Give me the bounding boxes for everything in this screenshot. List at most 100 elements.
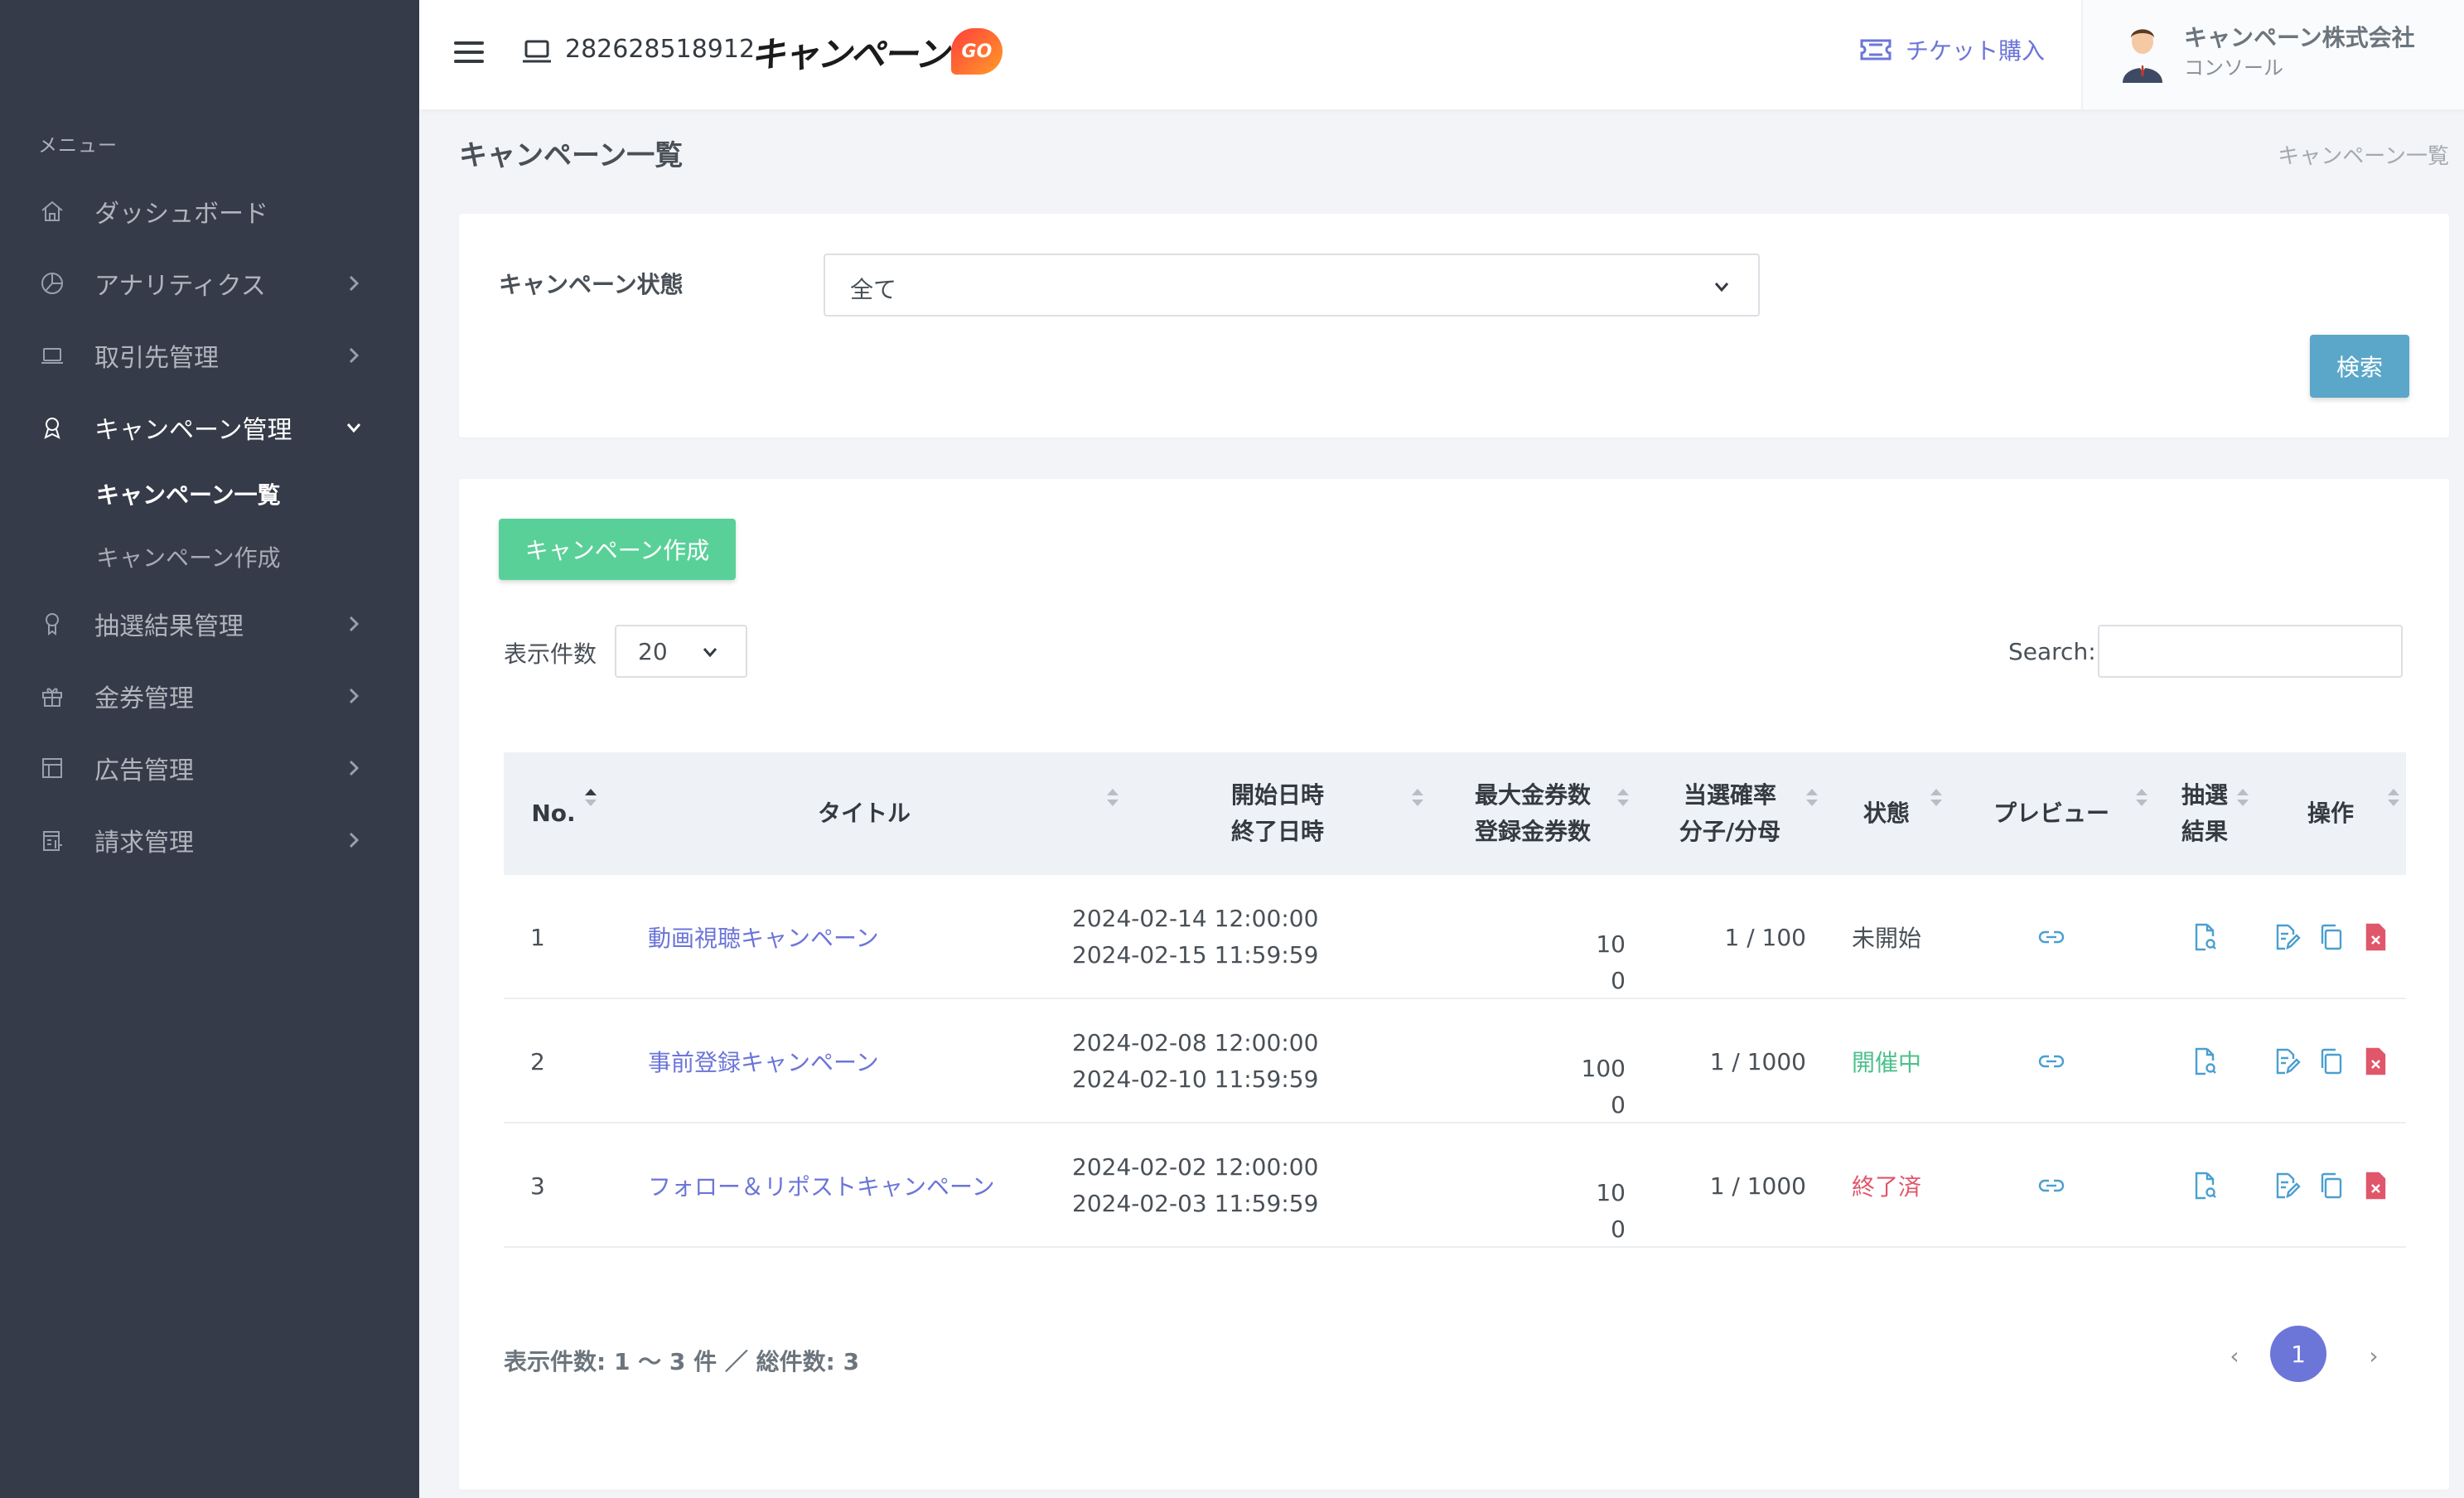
pagination-page-1[interactable]: 1 [2270,1326,2326,1382]
link-icon[interactable] [2036,1170,2067,1201]
chevron-right-icon [343,685,365,707]
pagination-prev-button[interactable]: ‹ [2222,1342,2247,1375]
column-header-preview[interactable]: プレビュー [1949,752,2154,875]
campaign-status-select[interactable]: 全て [824,254,1760,317]
cell-win-rate: 1 / 1000 [1709,1047,1806,1075]
delete-file-icon[interactable] [2360,1046,2391,1077]
sort-icon [1412,789,1423,807]
sidebar-item-label: 金券管理 [94,684,194,713]
column-header-dates[interactable]: 開始日時 終了日時 [1125,752,1430,875]
sidebar-item-billing[interactable]: 請求管理 [0,811,419,869]
link-icon[interactable] [2036,921,2067,953]
logo-text: キャンペーン [751,33,949,75]
sidebar-item-ads[interactable]: 広告管理 [0,739,419,797]
file-search-icon[interactable] [2189,1170,2220,1201]
sidebar-item-lottery-results[interactable]: 抽選結果管理 [0,595,419,653]
sort-icon [1617,789,1629,807]
cell-win-rate: 1 / 1000 [1709,1172,1806,1200]
cell-registered-vouchers: 0 [1611,1215,1626,1243]
cell-max-vouchers: 10 [1596,930,1626,958]
column-header-no[interactable]: No. [504,752,603,875]
page-length-label: 表示件数 [504,640,597,668]
cell-win-rate: 1 / 100 [1724,923,1807,951]
sidebar-item-label: アナリティクス [94,272,266,301]
sidebar-subitem-campaign-create[interactable]: キャンペーン作成 [96,540,281,573]
sort-icon [2136,789,2148,807]
table-search-input[interactable] [2098,625,2403,678]
sort-icon [2388,789,2399,807]
user-menu[interactable]: キャンペーン株式会社 コンソール [2081,0,2464,109]
page-length-select[interactable]: 20 [615,625,747,678]
page-title: キャンペーン一覧 [459,139,684,172]
cell-no: 2 [530,1047,545,1075]
copy-icon[interactable] [2315,921,2346,953]
column-header-title[interactable]: タイトル [603,752,1125,875]
delete-file-icon[interactable] [2360,921,2391,953]
search-button[interactable]: 検索 [2310,335,2409,398]
column-header-lottery-result[interactable]: 抽選 結果 [2154,752,2255,875]
status-badge: 未開始 [1851,925,1921,952]
column-header-win-rate[interactable]: 当選確率 分子/分母 [1635,752,1824,875]
chevron-down-icon [1710,275,1733,298]
copy-icon[interactable] [2315,1046,2346,1077]
sidebar-item-label: キャンペーン管理 [94,416,292,445]
column-header-actions[interactable]: 操作 [2255,752,2406,875]
cell-registered-vouchers: 0 [1611,967,1626,994]
campaign-status-label: キャンペーン状態 [499,271,684,298]
edit-icon[interactable] [2270,1046,2302,1077]
campaign-title-link[interactable]: 事前登録キャンペーン [648,1045,879,1078]
cell-end: 2024-02-10 11:59:59 [1072,1066,1319,1093]
pie-chart-icon [38,269,66,297]
edit-icon[interactable] [2270,921,2302,953]
campaign-title-link[interactable]: フォロー＆リポストキャンペーン [648,1169,995,1202]
edit-icon[interactable] [2270,1170,2302,1201]
selected-value: 全て [850,276,897,303]
cell-start: 2024-02-08 12:00:00 [1072,1029,1319,1056]
brand-logo[interactable]: キャンペーン GO [751,22,1003,81]
home-icon [38,197,66,225]
campaign-title-link[interactable]: 動画視聴キャンペーン [648,921,879,954]
column-header-vouchers[interactable]: 最大金券数 登録金券数 [1430,752,1635,875]
sort-icon [1930,789,1942,807]
chevron-right-icon [343,757,365,779]
cell-start: 2024-02-02 12:00:00 [1072,1153,1319,1181]
logo-badge: GO [950,28,1003,75]
sidebar-item-label: 請求管理 [94,829,194,858]
company-name: キャンペーン株式会社 [2184,24,2415,51]
chevron-right-icon [343,829,365,851]
sort-icon [1806,789,1818,807]
table-search-label: Search: [2008,638,2096,665]
avatar [2123,29,2162,83]
pagination-next-button[interactable]: › [2361,1342,2386,1375]
sidebar-subitem-campaign-list[interactable]: キャンペーン一覧 [96,477,281,510]
filter-card: キャンペーン状態 全て 検索 [459,214,2449,437]
sidebar-item-dashboard[interactable]: ダッシュボード [0,182,419,240]
delete-file-icon[interactable] [2360,1170,2391,1201]
sidebar-item-clients[interactable]: 取引先管理 [0,326,419,384]
ticket-purchase-link[interactable]: チケット購入 [1859,33,2045,66]
chevron-down-icon [343,417,365,438]
cell-end: 2024-02-15 11:59:59 [1072,941,1319,969]
campaign-list-card: キャンペーン作成 表示件数 20 Search: No. タイトル 開始日時 終了… [459,479,2449,1490]
file-search-icon[interactable] [2189,1046,2220,1077]
file-search-icon[interactable] [2189,921,2220,953]
layout-icon [38,754,66,782]
cell-max-vouchers: 100 [1581,1055,1626,1082]
sidebar-item-analytics[interactable]: アナリティクス [0,254,419,312]
chevron-right-icon [343,613,365,635]
sidebar-item-campaign-management[interactable]: キャンペーン管理 [0,399,419,457]
sidebar-item-label: 広告管理 [94,756,194,785]
chevron-down-icon [699,641,721,663]
sidebar-item-vouchers[interactable]: 金券管理 [0,667,419,725]
create-campaign-button[interactable]: キャンペーン作成 [499,519,736,580]
sort-asc-icon [585,789,597,807]
link-icon[interactable] [2036,1046,2067,1077]
sidebar-item-label: ダッシュボード [94,200,268,229]
hamburger-menu-icon[interactable] [452,38,486,66]
copy-icon[interactable] [2315,1170,2346,1201]
cell-end: 2024-02-03 11:59:59 [1072,1190,1319,1217]
gift-icon [38,682,66,710]
column-header-status[interactable]: 状態 [1824,752,1949,875]
page-length-value: 20 [638,638,668,665]
cell-registered-vouchers: 0 [1611,1091,1626,1119]
